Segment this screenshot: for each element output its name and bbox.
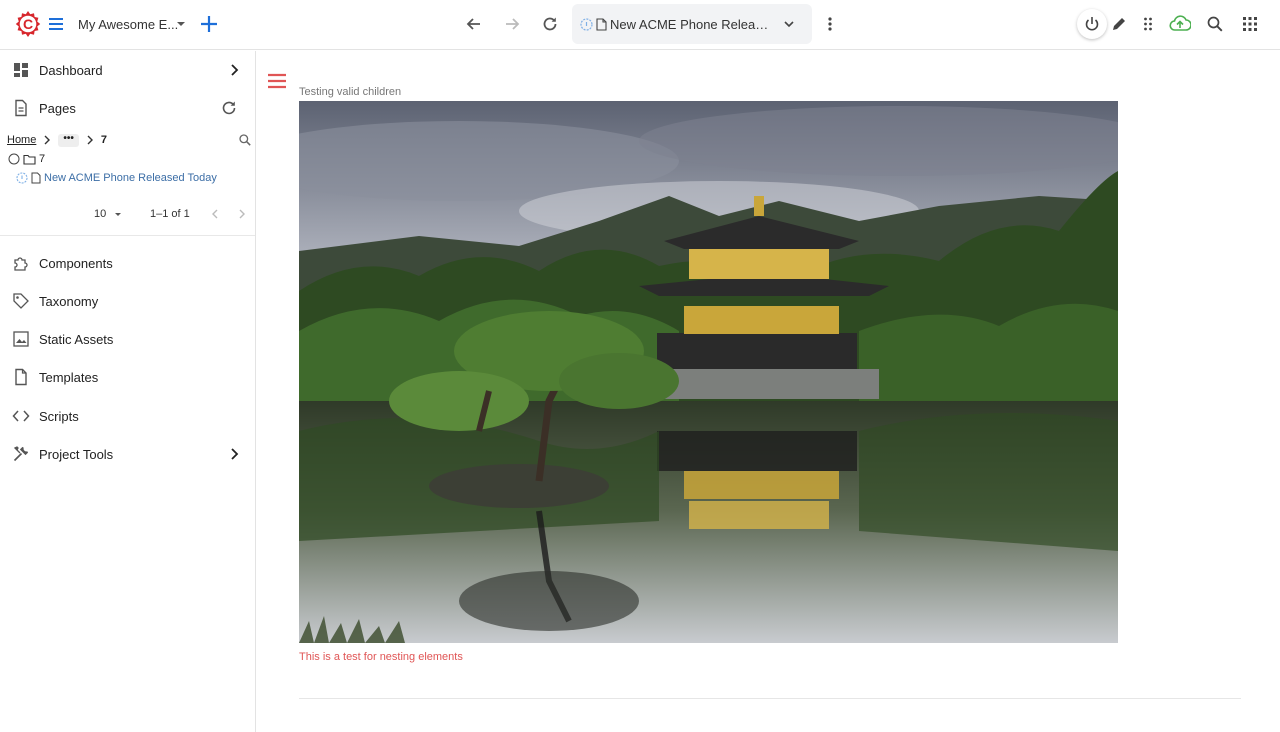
divider: [299, 698, 1241, 699]
tree-folder-row[interactable]: 7: [8, 150, 45, 168]
info-icon: [580, 17, 593, 31]
chevron-down-icon[interactable]: [172, 15, 190, 33]
code-icon: [12, 407, 30, 425]
file-icon: [12, 368, 30, 386]
hero-image: [299, 101, 1118, 643]
address-text: New ACME Phone Released ...: [610, 16, 772, 32]
pencil-icon[interactable]: [1108, 13, 1130, 35]
divider: [0, 235, 255, 236]
page-icon: [596, 17, 607, 31]
breadcrumb-current: 7: [100, 134, 107, 146]
sidebar-item-static-assets[interactable]: Static Assets: [0, 320, 256, 358]
menu-icon[interactable]: [44, 12, 68, 36]
sidebar-item-label: Project Tools: [39, 446, 114, 462]
sidebar: Dashboard Pages Home ••• 7 7 New ACME Ph…: [0, 51, 256, 732]
info-icon: [16, 172, 28, 184]
sidebar-item-pages[interactable]: Pages: [0, 89, 256, 127]
breadcrumb: Home ••• 7: [7, 131, 252, 149]
radio-icon[interactable]: [8, 153, 20, 165]
more-vertical-icon[interactable]: [819, 13, 841, 35]
page-icon: [12, 99, 30, 117]
sidebar-item-label: Scripts: [39, 408, 79, 424]
site-name[interactable]: My Awesome E...: [78, 14, 178, 34]
pagination: 10 1–1 of 1: [0, 205, 256, 225]
apps-grid-icon[interactable]: [1239, 13, 1261, 35]
chevron-right-icon: [225, 445, 243, 463]
crafter-logo-icon[interactable]: C: [14, 10, 42, 38]
arrow-back-icon[interactable]: [463, 13, 485, 35]
preview-area: Testing valid children This is a test fo…: [257, 51, 1280, 732]
tree-page-row[interactable]: New ACME Phone Released Today: [16, 169, 217, 187]
search-icon[interactable]: [1204, 13, 1226, 35]
sidebar-item-scripts[interactable]: Scripts: [0, 397, 256, 435]
add-icon[interactable]: [197, 12, 221, 36]
tree-folder-label: 7: [39, 153, 46, 165]
top-toolbar: C My Awesome E... New ACME Phone Release…: [0, 0, 1280, 50]
pagination-range: 1–1 of 1: [150, 208, 190, 220]
arrow-forward-icon[interactable]: [501, 13, 523, 35]
sidebar-item-project-tools[interactable]: Project Tools: [0, 435, 256, 473]
chevron-right-icon[interactable]: [235, 207, 249, 221]
tree-page-label: New ACME Phone Released Today: [44, 172, 217, 184]
folder-icon: [23, 154, 36, 165]
image-icon: [12, 330, 30, 348]
puzzle-icon: [12, 254, 30, 272]
dashboard-icon: [12, 61, 30, 79]
sidebar-item-templates[interactable]: Templates: [0, 358, 256, 396]
chevron-right-icon: [40, 133, 54, 147]
address-bar[interactable]: New ACME Phone Released ...: [572, 4, 812, 44]
refresh-icon[interactable]: [220, 99, 238, 117]
sidebar-item-taxonomy[interactable]: Taxonomy: [0, 282, 256, 320]
page-icon: [31, 172, 41, 184]
menu-icon[interactable]: [266, 72, 288, 90]
breadcrumb-home[interactable]: Home: [7, 134, 36, 146]
svg-text:C: C: [23, 16, 33, 32]
tools-icon: [12, 445, 30, 463]
chevron-down-icon[interactable]: [780, 15, 798, 33]
sidebar-item-label: Static Assets: [39, 331, 114, 347]
refresh-icon[interactable]: [539, 13, 561, 35]
tag-icon: [12, 292, 30, 310]
caption-top: Testing valid children: [299, 86, 402, 98]
sidebar-item-label: Dashboard: [39, 62, 103, 78]
sidebar-item-components[interactable]: Components: [0, 244, 256, 282]
drag-icon[interactable]: [1137, 13, 1159, 35]
chevron-right-icon: [225, 61, 243, 79]
search-icon[interactable]: [238, 133, 252, 147]
sidebar-item-label: Taxonomy: [39, 293, 99, 309]
cloud-upload-icon[interactable]: [1167, 12, 1193, 36]
chevron-right-icon: [83, 133, 97, 147]
chevron-down-icon[interactable]: [112, 208, 124, 220]
sidebar-item-label: Templates: [39, 369, 99, 385]
rows-per-page-select[interactable]: 10: [94, 208, 106, 220]
sidebar-item-dashboard[interactable]: Dashboard: [0, 51, 256, 89]
breadcrumb-ellipsis[interactable]: •••: [58, 133, 79, 147]
sidebar-item-label: Pages: [39, 100, 76, 116]
caption-bottom: This is a test for nesting elements: [299, 651, 463, 663]
chevron-left-icon[interactable]: [208, 207, 222, 221]
sidebar-item-label: Components: [39, 255, 113, 271]
power-icon[interactable]: [1077, 9, 1107, 39]
